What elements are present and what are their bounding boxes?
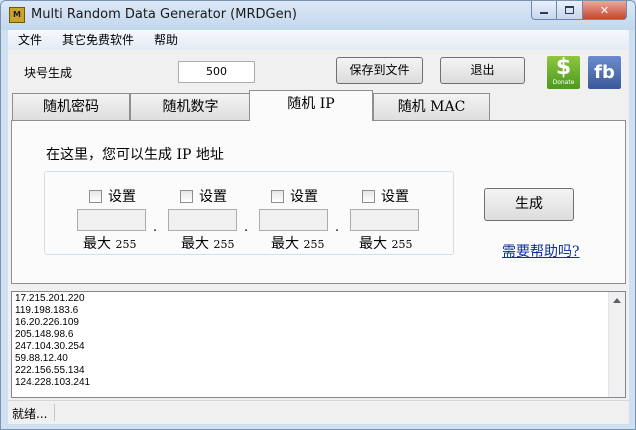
dollar-icon: $ [555,55,572,80]
client-area: 文件 其它免费软件 帮助 块号生成 500 保存到文件 退出 $ Donate … [8,30,629,424]
status-separator [54,404,55,421]
block-size-label: 块号生成 [24,66,73,80]
octet-2-set-label: 设置 [199,189,227,205]
menu-bar: 文件 其它免费软件 帮助 [8,30,629,50]
window-title: Multi Random Data Generator (MRDGen) [31,7,297,22]
max-prefix: 最大 [359,236,387,252]
max-value: 255 [391,238,413,251]
octet-separator-1: . [153,220,158,235]
app-icon: M [9,7,25,23]
output-line: 59.88.12.40 [15,353,68,364]
octet-1-checkbox[interactable] [89,189,102,203]
octet-2-checkbox[interactable] [180,189,193,203]
menu-other-free-software[interactable]: 其它免费软件 [62,30,134,50]
max-value: 255 [303,238,325,251]
status-text: 就绪... [12,407,48,421]
tab-random-ip[interactable]: 随机 IP [249,90,373,121]
generate-button[interactable]: 生成 [484,188,574,221]
max-value: 255 [115,238,137,251]
max-prefix: 最大 [181,236,209,252]
maximize-button[interactable] [557,1,583,20]
close-icon: ✕ [599,3,610,17]
status-bar: 就绪... [8,400,629,424]
octet-1-set-label: 设置 [108,189,136,205]
menu-file[interactable]: 文件 [18,30,42,50]
output-line: 16.20.226.109 [15,317,79,328]
need-help-link[interactable]: 需要帮助吗? [502,241,580,261]
octet-2-max-label: 最大 255 [181,233,234,253]
tab-random-number[interactable]: 随机数字 [130,93,251,120]
window-controls: ✕ [531,1,627,21]
octet-1-input[interactable] [77,209,146,231]
app-window: M Multi Random Data Generator (MRDGen) ✕… [0,0,636,430]
output-line: 222.156.55.134 [15,365,85,376]
output-line: 119.198.183.6 [15,305,79,316]
octet-4-set-label: 设置 [381,189,409,205]
octet-4-set[interactable]: 设置 [362,186,409,206]
donate-icon[interactable]: $ Donate [547,56,580,89]
octet-3-set[interactable]: 设置 [271,186,318,206]
panel-caption: 在这里，您可以生成 IP 地址 [46,147,224,163]
octet-3-input[interactable] [259,209,328,231]
maximize-icon [565,6,574,14]
title-bar[interactable]: M Multi Random Data Generator (MRDGen) ✕ [1,1,635,30]
max-prefix: 最大 [83,236,111,252]
tab-strip: 随机密码 随机数字 随机 IP 随机 MAC [11,90,626,121]
octet-2-input[interactable] [168,209,237,231]
octet-3-set-label: 设置 [290,189,318,205]
save-to-file-button[interactable]: 保存到文件 [336,57,423,84]
octet-3-max-label: 最大 255 [271,233,324,253]
output-line: 124.228.103.241 [15,377,91,388]
minimize-icon [540,12,548,14]
tab-random-password[interactable]: 随机密码 [12,93,130,120]
block-size-input[interactable]: 500 [178,61,255,83]
output-textarea[interactable]: 17.215.201.220 119.198.183.6 16.20.226.109… [11,291,626,398]
max-value: 255 [213,238,235,251]
scroll-up-icon[interactable] [613,298,621,303]
output-lines: 17.215.201.220 119.198.183.6 16.20.226.109… [15,293,90,389]
ip-octet-group: 设置 设置 设置 设置 . . . 最大 255 最大 255 最大 255 最… [44,171,454,255]
close-button[interactable]: ✕ [583,1,627,20]
octet-1-set[interactable]: 设置 [89,186,136,206]
ip-tab-panel: 在这里，您可以生成 IP 地址 设置 设置 设置 设置 . . . 最大 255… [11,120,626,284]
octet-2-set[interactable]: 设置 [180,186,227,206]
output-line: 247.104.30.254 [15,341,85,352]
output-line: 205.148.98.6 [15,329,74,340]
output-line: 17.215.201.220 [15,293,85,304]
octet-separator-3: . [335,220,340,235]
tab-random-mac[interactable]: 随机 MAC [373,93,490,120]
vertical-scrollbar[interactable] [608,292,625,397]
facebook-icon[interactable]: fb [588,56,621,89]
menu-help[interactable]: 帮助 [154,30,178,50]
octet-4-input[interactable] [350,209,419,231]
octet-4-max-label: 最大 255 [359,233,412,253]
octet-3-checkbox[interactable] [271,189,284,203]
minimize-button[interactable] [531,1,557,20]
octet-1-max-label: 最大 255 [83,233,136,253]
donate-text: Donate [552,79,575,86]
exit-button[interactable]: 退出 [440,57,525,84]
octet-4-checkbox[interactable] [362,189,375,203]
octet-separator-2: . [244,220,249,235]
max-prefix: 最大 [271,236,299,252]
